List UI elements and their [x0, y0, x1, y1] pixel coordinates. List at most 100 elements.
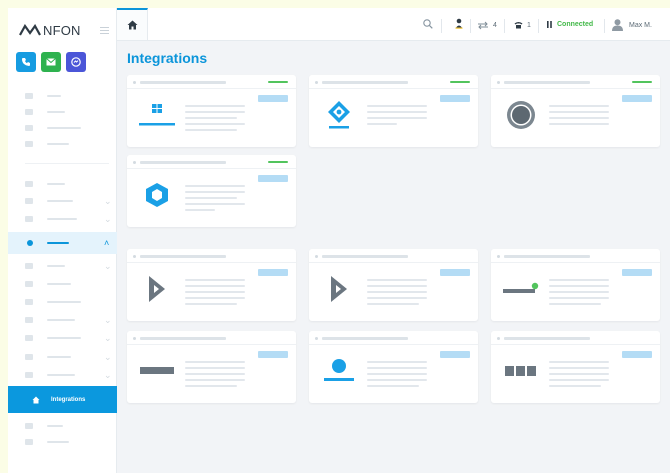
sidebar-item-label [47, 242, 69, 244]
card-line [367, 303, 419, 305]
sidebar-subitem[interactable]: ⌄ [8, 312, 117, 328]
call-forward-button[interactable]: 4 [477, 21, 497, 30]
card-line [185, 203, 245, 205]
sidebar-subitem[interactable] [8, 294, 117, 310]
card-logo [137, 351, 177, 391]
windows-icon [139, 104, 175, 126]
user-name: Max M. [629, 21, 652, 29]
status-indicator [268, 161, 288, 163]
card-title [322, 81, 408, 84]
card-tag [440, 269, 470, 276]
integration-card[interactable] [127, 75, 296, 147]
sidebar-item[interactable] [8, 136, 117, 152]
nav-icon [27, 240, 33, 246]
sidebar-item[interactable] [8, 176, 117, 192]
menu-toggle-icon[interactable] [100, 27, 109, 34]
nav-icon [25, 372, 33, 378]
card-tag [258, 95, 288, 102]
sidebar-subitem[interactable]: ⌄ [8, 349, 117, 365]
sidebar-item-label [47, 127, 81, 129]
phone-count: 1 [527, 21, 531, 29]
search-icon [423, 19, 433, 29]
search-button[interactable] [423, 19, 433, 29]
chat-button[interactable] [66, 52, 86, 72]
sidebar-item-label [47, 111, 65, 113]
sidebar-item[interactable] [8, 434, 117, 450]
agent-button[interactable] [455, 18, 463, 29]
integration-card[interactable] [491, 331, 660, 403]
status-indicator [268, 81, 288, 83]
card-header [491, 75, 660, 89]
integration-card[interactable] [309, 249, 478, 321]
card-dot [133, 337, 136, 340]
nav-icon [25, 198, 33, 204]
card-line [367, 379, 427, 381]
integration-card[interactable] [127, 249, 296, 321]
integration-card[interactable] [491, 75, 660, 147]
agent-icon [455, 18, 463, 29]
sidebar-item[interactable] [8, 418, 117, 434]
sidebar-subitem[interactable]: ⌄ [8, 330, 117, 346]
card-title [322, 255, 408, 258]
phone-button[interactable] [16, 52, 36, 72]
integration-card[interactable] [127, 155, 296, 227]
sidebar-item[interactable]: ⌄ [8, 193, 117, 209]
sidebar-item-label [47, 301, 81, 303]
card-line [367, 285, 427, 287]
sidebar-item-integrations[interactable]: Integrations [8, 386, 117, 413]
card-line [549, 123, 609, 125]
nav-icon [25, 354, 33, 360]
sidebar-item-label [47, 337, 81, 339]
desk-phone-button[interactable]: 1 [514, 21, 531, 29]
home-tab[interactable] [117, 8, 148, 40]
integration-card[interactable] [309, 331, 478, 403]
nav-icon [25, 317, 33, 323]
card-dot [497, 81, 500, 84]
chevron-down-icon: ⌄ [104, 351, 112, 362]
card-header [127, 249, 296, 263]
chevron-down-icon: ⌄ [104, 260, 112, 271]
card-line [185, 209, 215, 211]
card-line [367, 105, 427, 107]
card-line [367, 367, 427, 369]
sidebar-item-expanded[interactable]: ˄ [8, 232, 117, 254]
sidebar-subitem[interactable]: ⌄ [8, 367, 117, 383]
status-indicator [450, 81, 470, 83]
nfon-logo[interactable]: NFON [19, 22, 81, 38]
sidebar-subitem[interactable]: ⌄ [8, 258, 117, 274]
nav-icon [25, 216, 33, 222]
card-logo [137, 175, 177, 215]
card-line [549, 279, 609, 281]
chevron-down-icon: ⌄ [104, 314, 112, 325]
main-content: Integrations [117, 41, 670, 473]
card-tag [258, 175, 288, 182]
card-dot [133, 81, 136, 84]
card-line [549, 117, 609, 119]
card-line [367, 385, 419, 387]
sidebar-item[interactable] [8, 88, 117, 104]
integration-card[interactable] [309, 75, 478, 147]
integration-card[interactable] [491, 249, 660, 321]
sidebar-item[interactable] [8, 104, 117, 120]
card-tag [258, 269, 288, 276]
mail-button[interactable] [41, 52, 61, 72]
card-line [549, 111, 609, 113]
sidebar-subitem[interactable] [8, 276, 117, 292]
card-header [127, 155, 296, 169]
sidebar-item-label [47, 356, 71, 358]
grid-logo-icon [505, 366, 536, 376]
card-line [549, 361, 609, 363]
card-tag [440, 95, 470, 102]
card-tag [622, 351, 652, 358]
user-menu[interactable]: Max M. [612, 19, 652, 31]
sidebar-item[interactable] [8, 120, 117, 136]
card-title [322, 337, 408, 340]
integration-card[interactable] [127, 331, 296, 403]
card-line [367, 117, 427, 119]
nav-icon [25, 281, 33, 287]
call-forward-icon [478, 21, 488, 30]
card-dot [133, 161, 136, 164]
hexagon-shield-icon [146, 183, 168, 207]
sidebar-item[interactable]: ⌄ [8, 211, 117, 227]
status-button[interactable]: Connected [547, 21, 593, 28]
